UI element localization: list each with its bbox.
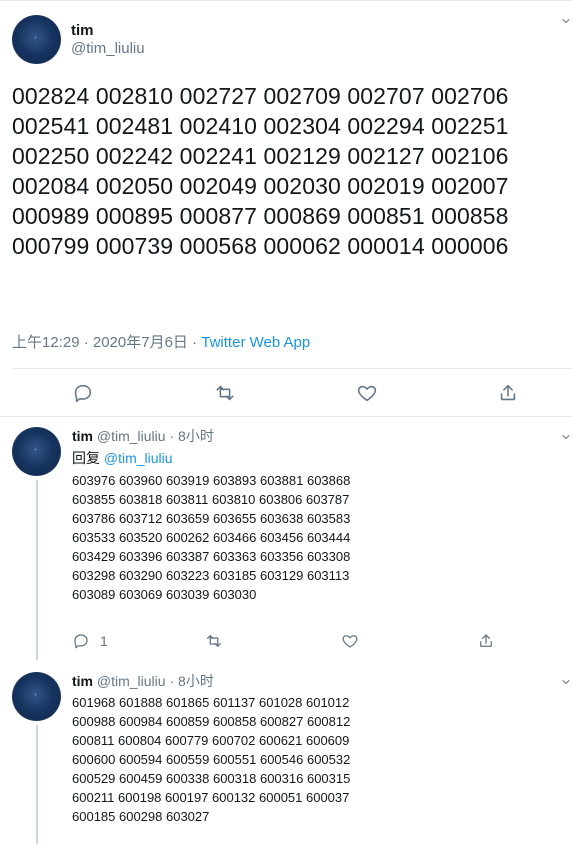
reply-tweet: tim @tim_liuliu · 8小时 回复 @tim_liuliu 603… [0,417,573,662]
author-name[interactable]: tim [71,22,94,40]
reply-text: 601968 601888 601865 601137 601028 60101… [72,695,351,824]
like-button[interactable] [356,382,378,404]
like-icon [342,635,358,648]
share-button[interactable] [497,382,519,404]
reply-tweet: tim @tim_liuliu · 8小时 601968 601888 6018… [0,662,573,844]
reply-to-label: 回复 [72,450,104,466]
reply-icon [74,634,88,649]
reply-count[interactable]: 1 [100,632,108,650]
tweet-timestamp[interactable]: 上午12:29 · 2020年7月6日 · [12,334,201,351]
metadata-separator: · [169,673,175,689]
reply-author-name[interactable]: tim [72,673,93,689]
reply-author-name[interactable]: tim [72,428,93,444]
metadata-separator: · [169,428,175,444]
author-handle[interactable]: @tim_liuliu [71,40,145,58]
retweet-button[interactable] [214,382,236,404]
share-icon [500,384,516,401]
share-icon [480,634,492,647]
reply-to-user-link[interactable]: @tim_liuliu [104,450,173,466]
like-icon [357,385,377,402]
avatar[interactable] [12,672,61,721]
chevron-down-icon[interactable] [560,431,572,443]
thread-line [36,725,38,844]
tweet-metadata: 上午12:29 · 2020年7月6日 · Twitter Web App [12,334,310,352]
reply-header: tim @tim_liuliu · 8小时 [72,672,214,690]
reply-header: tim @tim_liuliu · 8小时 [72,427,214,445]
reply-button[interactable] [72,632,90,650]
retweet-icon [206,635,222,647]
reply-author-handle[interactable]: @tim_liuliu [97,428,166,444]
reply-text: 603976 603960 603919 603893 603881 60386… [72,473,351,602]
reply-button[interactable] [72,382,94,404]
main-tweet: tim @tim_liuliu 002824 002810 002727 002… [0,0,573,417]
retweet-button[interactable] [205,632,223,650]
share-button[interactable] [477,632,495,650]
tweet-divider [12,368,573,369]
retweet-icon [216,385,234,401]
thread-line [36,480,38,660]
reply-time[interactable]: 8小时 [178,428,214,444]
avatar[interactable] [12,15,61,64]
tweet-text: 002824 002810 002727 002709 002707 00270… [12,83,509,259]
chevron-down-icon[interactable] [560,15,572,27]
tweet-source[interactable]: Twitter Web App [201,334,310,351]
reply-time[interactable]: 8小时 [178,673,214,689]
reply-icon [74,384,92,403]
like-button[interactable] [341,632,359,650]
chevron-down-icon[interactable] [560,676,572,688]
reply-context: 回复 @tim_liuliu [72,449,173,467]
reply-author-handle[interactable]: @tim_liuliu [97,673,166,689]
avatar[interactable] [12,427,61,476]
